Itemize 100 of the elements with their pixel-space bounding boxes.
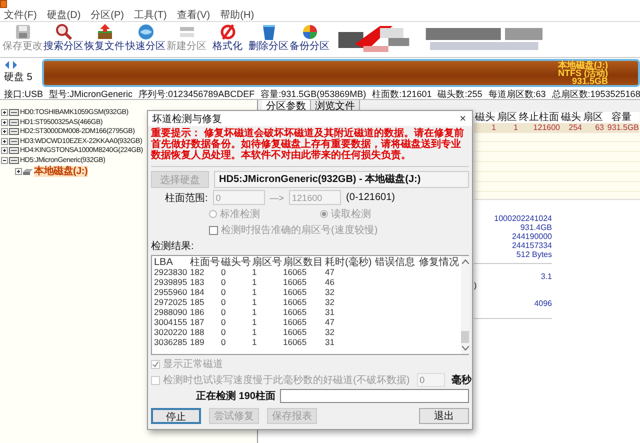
table-cell: 254 xyxy=(560,123,582,133)
table-cell-text: 46 xyxy=(325,277,336,287)
disk-info: 磁头数:255 xyxy=(438,88,482,98)
pie-icon xyxy=(300,23,318,41)
table-cell-text: 1 xyxy=(252,297,258,307)
toolbar-button[interactable]: 搜索分区 xyxy=(43,22,84,55)
menu-item[interactable]: 文件(F) xyxy=(4,10,37,20)
toolbar-button[interactable]: 删除分区 xyxy=(248,22,289,55)
checkbox[interactable] xyxy=(151,376,160,384)
disk-label: 硬盘 5 xyxy=(4,71,34,84)
checkbox-label: 检测时报告准确的扇区号(速度较慢) xyxy=(221,224,378,237)
results-label: 检测结果: xyxy=(151,240,195,253)
partition-size: 931.5GB xyxy=(572,77,608,85)
table-cell-text: 187 xyxy=(190,317,206,327)
floppy-icon xyxy=(14,23,32,41)
range-hint: (0-121601) xyxy=(346,192,395,203)
table-cell-text: 16065 xyxy=(283,267,308,277)
table-cell-text: 1 xyxy=(252,267,258,277)
table-cell-text: 0 xyxy=(221,277,227,287)
partition-bar[interactable]: 本地磁盘(J:) NTFS (活动) 931.5GB xyxy=(42,59,640,87)
table-cell-text: 1 xyxy=(252,277,258,287)
column-header: 扇区数目 xyxy=(283,257,324,268)
scroll-up-icon[interactable] xyxy=(462,259,468,264)
checkbox-label: 显示正常磁道 xyxy=(163,358,223,371)
table-cell-text: 1 xyxy=(252,287,258,297)
toolbar-button[interactable]: 快速分区 xyxy=(125,22,166,55)
menu-item[interactable]: 帮助(H) xyxy=(220,10,254,20)
table-cell-text: 0 xyxy=(221,267,227,277)
table-cell-text: 183 xyxy=(190,277,206,287)
expand-icon[interactable] xyxy=(1,118,8,126)
disk-info: 型号:JMicronGeneric xyxy=(49,88,133,98)
checkbox-label: 检测时也试读写速度慢于此毫秒数的好磁道(不破坏数据) xyxy=(163,374,410,387)
progress-text: 正在检测 190柱面 xyxy=(196,390,276,403)
expand-icon[interactable] xyxy=(15,168,22,174)
menu-item[interactable]: 硬盘(D) xyxy=(46,10,81,20)
column-header: 磁头 xyxy=(560,112,582,123)
dialog-button[interactable]: 停止 xyxy=(151,408,201,424)
menu-item[interactable]: 工具(T) xyxy=(134,10,167,20)
detail-value: 244190000 xyxy=(512,232,552,241)
toolbar-button[interactable]: 格式化 xyxy=(207,22,248,55)
toolbar-button[interactable]: 恢复文件 xyxy=(84,22,125,55)
app-icon xyxy=(0,0,7,8)
toolbar-button[interactable]: 备份分区 xyxy=(289,22,330,55)
tree-item[interactable]: 本地磁盘(J:) xyxy=(34,166,88,176)
table-cell-text: 16065 xyxy=(283,277,308,287)
disk-icon xyxy=(9,118,19,126)
scroll-down-icon[interactable] xyxy=(462,346,468,351)
table-cell-text: 32 xyxy=(325,287,336,297)
table-cell-text: 186 xyxy=(190,307,206,317)
unit-label: 毫秒 xyxy=(452,373,472,387)
table-cell-text: 0 xyxy=(221,317,227,327)
table-cell-text: 16065 xyxy=(283,297,308,307)
menu-item[interactable]: 查看(V) xyxy=(176,10,210,20)
nav-arrows-icon[interactable] xyxy=(4,61,18,69)
close-button[interactable]: × xyxy=(458,112,468,124)
expand-icon[interactable] xyxy=(1,109,8,116)
column-header: 错误信息 xyxy=(375,257,416,268)
search-icon xyxy=(54,23,72,41)
partition-filesystem: NTFS (活动) xyxy=(558,69,608,77)
detail-value: 4096 xyxy=(533,299,552,308)
disk-icon xyxy=(9,156,19,164)
table-cell-text: 189 xyxy=(190,337,206,347)
column-header: LBA xyxy=(154,257,174,268)
expand-icon[interactable] xyxy=(1,128,8,136)
table-cell-text: 16065 xyxy=(283,337,308,347)
partition-name: 本地磁盘(J:) xyxy=(558,61,608,69)
table-cell-text: 1 xyxy=(252,337,258,347)
checkbox[interactable] xyxy=(151,360,160,368)
disk-info: 总扇区数:1953525168 xyxy=(552,88,640,98)
expand-icon[interactable] xyxy=(1,138,8,145)
table-cell-text: 184 xyxy=(190,287,206,297)
slashed-circle-icon xyxy=(218,23,236,41)
table-cell-text: 47 xyxy=(325,317,336,327)
column-header: 耗时(毫秒) xyxy=(325,257,373,268)
table-cell-text: 188 xyxy=(190,327,206,337)
dialog-button[interactable]: 退出 xyxy=(419,408,469,424)
scroll-thumb[interactable] xyxy=(461,331,469,343)
table-cell-text: 2923830 xyxy=(154,267,188,277)
table-cell-text: 2988090 xyxy=(154,307,188,317)
disk-info: 柱面数:121601 xyxy=(372,88,432,98)
column-header: 扇区号 xyxy=(252,257,283,268)
disk-icon xyxy=(9,138,19,145)
table-cell: 63 xyxy=(582,123,604,133)
table-cell: 931.5GB xyxy=(604,123,639,133)
table-cell: 1 xyxy=(474,123,496,133)
checkbox[interactable] xyxy=(209,226,218,234)
collapse-icon[interactable] xyxy=(1,156,8,164)
table-cell-text: 2939895 xyxy=(154,277,188,287)
expand-icon[interactable] xyxy=(1,147,8,154)
disk-icon xyxy=(9,109,19,116)
table-cell-text: 16065 xyxy=(283,287,308,297)
menu-item[interactable]: 分区(P) xyxy=(90,10,124,20)
table-cell-text: 16065 xyxy=(283,307,308,317)
disk-info: 容量:931.5GB(953869MB) xyxy=(260,88,366,98)
column-header: 扇区 xyxy=(496,112,518,123)
table-cell-text: 182 xyxy=(190,267,206,277)
table-cell-text: 0 xyxy=(221,287,227,297)
box-icon xyxy=(96,23,114,41)
table-cell-text: 32 xyxy=(325,297,336,307)
column-header: 终止柱面 xyxy=(518,112,560,123)
